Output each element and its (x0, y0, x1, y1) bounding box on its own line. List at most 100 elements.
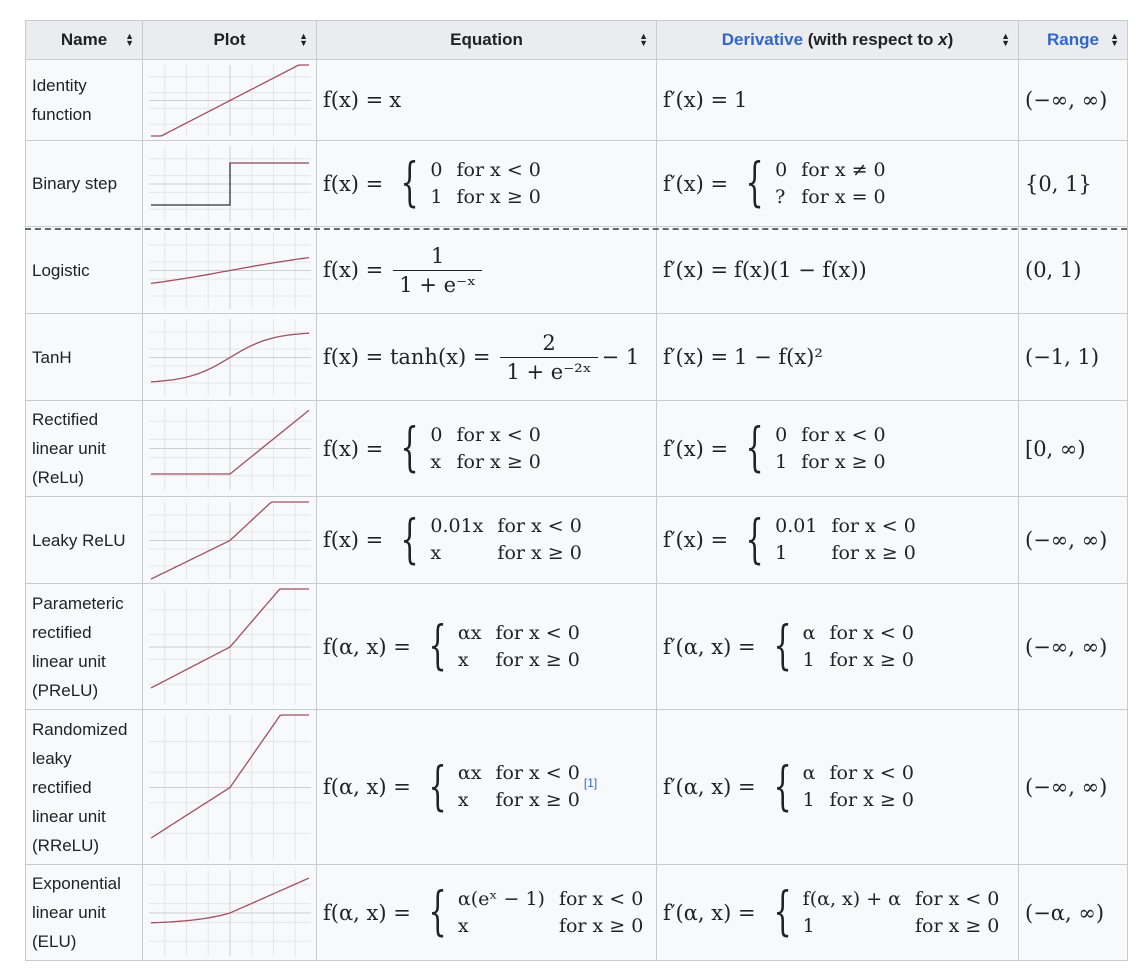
sort-icon[interactable]: ▲ ▼ (125, 32, 134, 48)
range-value: (−∞, ∞) (1025, 88, 1108, 112)
case-value: α (802, 621, 816, 644)
der-lhs: f′(x) = (663, 528, 729, 552)
sort-icon[interactable]: ▲ ▼ (299, 32, 308, 48)
eq-cases: 0 for x < 0 1 for x ≥ 0 (430, 157, 541, 211)
der-cases: 0 for x ≠ 0? for x = 0 (775, 157, 886, 211)
table-row: Rectified linear unit (ReLu) f(x) = {0 for x … (25, 400, 1128, 497)
brace-icon: { (400, 418, 419, 479)
der-cases: α for x < 0 1 for x ≥ 0 (803, 620, 914, 674)
function-name: Exponential linear unit (ELU) (25, 864, 143, 961)
case-condition: for x < 0 (497, 515, 582, 537)
brace-icon: { (773, 756, 792, 817)
der-formula: f′(x) = 1 (663, 88, 747, 112)
eq-lhs: f(x) = (323, 258, 384, 282)
eq-cases: αx for x < 0 x for x ≥ 0 (458, 760, 580, 814)
table-row: Logistic f(x) = 1 1 + e⁻ˣ f′(x) = f(x)(1 − f(… (25, 226, 1128, 314)
eq-formula: f(α, x) ={αx for x < 0 x for x ≥ 0 (323, 620, 580, 674)
function-name: Leaky ReLU (25, 496, 143, 584)
case-value: 0 (775, 423, 788, 446)
equation-cell: f(α, x) = {αx for x < 0 x for x ≥ 0 [1] (316, 709, 657, 865)
der-lhs: f′(x) = (663, 88, 729, 112)
range-value: (0, 1) (1025, 258, 1082, 282)
der-cases: 0.01 for x < 0 1 for x ≥ 0 (775, 513, 916, 567)
plot-cell (142, 864, 317, 961)
brace-icon: { (745, 153, 764, 214)
case-condition: for x ≥ 0 (801, 450, 886, 473)
function-name-line: Randomized (32, 719, 128, 739)
derivative-cell: f′(α, x) = {α for x < 0 1 for x ≥ 0 (656, 709, 1019, 865)
case-value: 1 (430, 185, 443, 208)
case-value: x (457, 914, 469, 937)
numerator: 1 (430, 243, 445, 268)
equation-cell: f(x) = {0 for x < 0 x for x ≥ 0 (316, 400, 657, 497)
sort-icon[interactable]: ▲ ▼ (639, 32, 648, 48)
derivative-cell: f′(α, x) = {f(α, x) + α for x < 0 1 for x ≥ … (656, 864, 1019, 961)
brace-icon: { (428, 616, 447, 677)
case-value: f(α, x) + α (802, 887, 901, 910)
table-row: Identity function f(x) = x f′(x) = 1 (−∞, ∞) (25, 59, 1128, 141)
header-name[interactable]: Name ▲ ▼ (25, 20, 143, 60)
der-formula: f′(α, x) ={f(α, x) + α for x < 0 1 for x ≥ … (663, 886, 999, 940)
case-value: x (457, 789, 469, 811)
function-name-line: linear unit (32, 806, 106, 826)
case-condition: for x < 0 (914, 887, 1000, 910)
der-expression: 1 (734, 88, 748, 112)
function-name-line: (ELU) (32, 932, 77, 951)
eq-lhs: f(α, x) = (323, 900, 411, 925)
der-cases: 0 for x < 0 1 for x ≥ 0 (775, 422, 886, 476)
sort-icon[interactable]: ▲ ▼ (1001, 32, 1010, 48)
function-plot (149, 869, 311, 956)
case-condition: for x < 0 (456, 158, 541, 181)
function-plot (149, 231, 311, 309)
der-formula: f′(x) = 1 − f(x)² (663, 345, 823, 369)
range-value: (−∞, ∞) (1025, 634, 1108, 659)
derivative-cell: f′(α, x) = {α for x < 0 1 for x ≥ 0 (656, 583, 1019, 710)
header-range[interactable]: Range ▲ ▼ (1018, 20, 1128, 60)
header-derivative[interactable]: Derivative (with respect to x) ▲ ▼ (656, 20, 1019, 60)
function-name-line: function (32, 105, 92, 124)
function-name-line: Rectified (32, 410, 99, 429)
case-condition: for x ≥ 0 (456, 185, 541, 208)
case-condition: for x ≥ 0 (914, 914, 1000, 937)
header-equation[interactable]: Equation ▲ ▼ (316, 20, 657, 60)
reference-link[interactable]: [1] (584, 776, 597, 790)
range-value: {0, 1} (1025, 171, 1092, 196)
case-value: α(eˣ − 1) (457, 887, 545, 910)
eq-formula: f(x) ={0 for x < 0 1 for x ≥ 0 (323, 157, 541, 211)
plot-cell (142, 400, 317, 497)
eq-formula: f(x) = x (323, 88, 401, 112)
case-value: 1 (802, 789, 815, 811)
range-cell: [0, ∞) (1018, 400, 1128, 497)
sort-icon[interactable]: ▲ ▼ (1110, 32, 1119, 48)
header-row: Name ▲ ▼ Plot ▲ ▼ Equation ▲ ▼ Derivative (wit… (25, 20, 1128, 60)
brace-icon: { (400, 509, 419, 570)
function-name: Rectified linear unit (ReLu) (25, 400, 143, 497)
case-condition: for x < 0 (456, 423, 541, 446)
derivative-link[interactable]: Derivative (722, 30, 803, 49)
brace-icon: { (773, 882, 792, 943)
plot-cell (142, 140, 317, 227)
function-name-line: linear unit (32, 651, 106, 671)
der-formula: f′(x) = f(x)(1 − f(x)) (663, 258, 867, 282)
case-value: 0.01x (430, 515, 484, 537)
case-condition: for x < 0 (831, 515, 916, 537)
derivative-cell: f′(x) = 1 (656, 59, 1019, 141)
range-cell: (−∞, ∞) (1018, 583, 1128, 710)
case-value: 0 (430, 423, 443, 446)
der-lhs: f′(α, x) = (663, 900, 756, 925)
case-value: αx (457, 762, 482, 784)
header-plot[interactable]: Plot ▲ ▼ (142, 20, 317, 60)
case-condition: for x < 0 (801, 423, 886, 446)
function-name-line: leaky (32, 748, 72, 768)
function-name-line: linear unit (32, 903, 106, 922)
function-plot (149, 587, 311, 705)
eq-cases: 0 for x < 0 x for x ≥ 0 (430, 422, 541, 476)
der-lhs: f′(x) = (663, 436, 729, 461)
eq-lhs: f(x) = (323, 171, 384, 196)
range-cell: (−∞, ∞) (1018, 709, 1128, 865)
range-link[interactable]: Range (1047, 30, 1099, 49)
function-name-line: (PReLU) (32, 680, 99, 700)
eq-lhs: f(α, x) = (323, 775, 411, 799)
range-value: (−∞, ∞) (1025, 775, 1108, 799)
brace-icon: { (428, 756, 447, 817)
